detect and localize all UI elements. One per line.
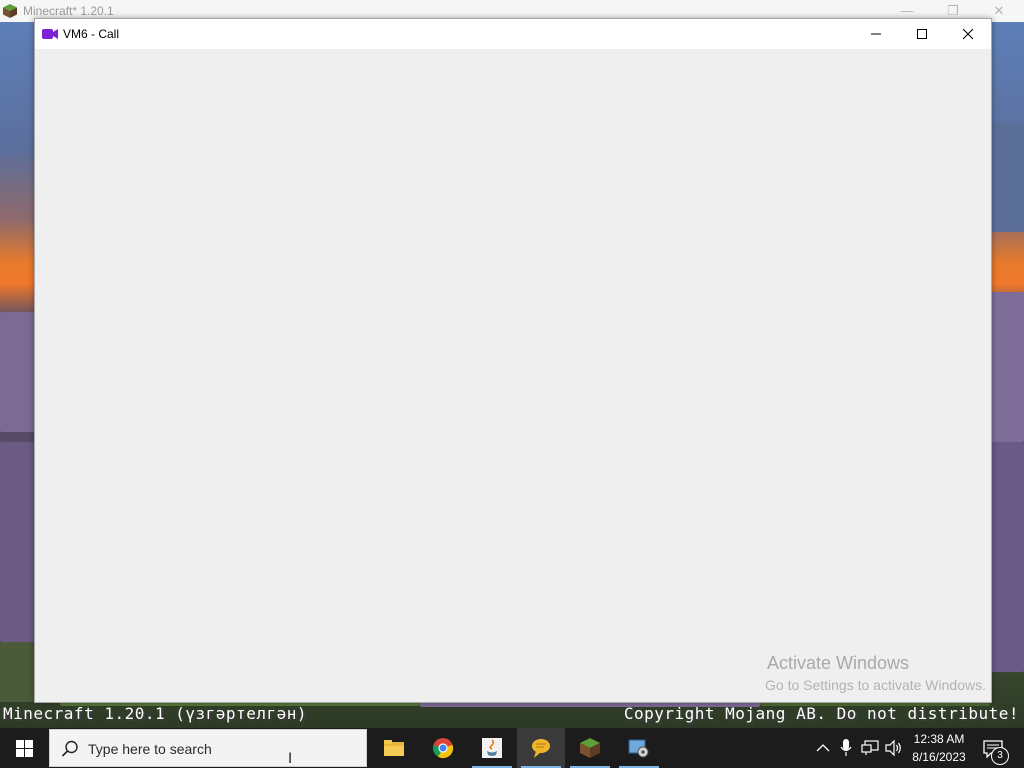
volume-tray-button[interactable]: [883, 728, 905, 768]
close-icon: [962, 28, 974, 40]
show-hidden-icons-button[interactable]: [812, 728, 834, 768]
network-icon: [861, 740, 879, 755]
network-tray-button[interactable]: [859, 728, 881, 768]
minimize-icon: [871, 33, 881, 35]
minecraft-version-label: Minecraft 1.20.1 (үзгәртелгән): [3, 704, 307, 723]
windows-logo-icon: [16, 740, 33, 757]
clock-date: 8/16/2023: [912, 750, 966, 764]
taskbar-vm-tool[interactable]: [615, 728, 663, 768]
call-window-titlebar[interactable]: VM6 - Call: [35, 19, 991, 49]
maximize-button[interactable]: [899, 19, 945, 49]
microphone-tray-button[interactable]: [836, 728, 856, 768]
call-window: VM6 - Call Activate Windows Go to Settin…: [34, 18, 992, 703]
microphone-icon: [840, 739, 852, 756]
video-camera-icon: [42, 29, 58, 39]
vm-settings-icon: [628, 739, 649, 758]
minecraft-grass-block-icon: [580, 738, 600, 758]
start-button[interactable]: [0, 728, 48, 768]
taskbar-clock[interactable]: 12:38 AM 8/16/2023: [907, 730, 971, 766]
speaker-icon: [885, 740, 901, 756]
search-icon: [61, 740, 78, 757]
text-cursor-icon: I: [288, 751, 293, 767]
taskbar-java[interactable]: [468, 728, 516, 768]
activate-windows-title: Activate Windows: [766, 653, 909, 673]
minimize-button[interactable]: [853, 19, 899, 49]
taskbar: Type here to search I 12:38 AM 8/16/2023: [0, 728, 1024, 768]
search-placeholder: Type here to search: [88, 741, 212, 757]
file-explorer-icon: [384, 740, 404, 756]
taskbar-search-box[interactable]: Type here to search I: [49, 729, 367, 767]
close-button[interactable]: [945, 19, 991, 49]
notification-count-badge: 3: [991, 747, 1009, 765]
minecraft-grass-block-icon: [3, 4, 17, 18]
minecraft-copyright-label: Copyright Mojang AB. Do not distribute!: [623, 704, 1019, 723]
call-window-title: VM6 - Call: [63, 27, 120, 41]
taskbar-chrome[interactable]: [419, 728, 467, 768]
java-icon: [482, 738, 502, 758]
chrome-icon: [432, 738, 454, 759]
activate-windows-subtitle: Go to Settings to activate Windows.: [765, 677, 986, 693]
taskbar-minecraft[interactable]: [566, 728, 614, 768]
minecraft-window-title: Minecraft* 1.20.1: [23, 4, 114, 18]
clock-time: 12:38 AM: [913, 732, 965, 746]
maximize-icon: [917, 29, 927, 39]
chat-bubble-icon: [532, 739, 550, 758]
taskbar-chat-app[interactable]: [517, 728, 565, 768]
chevron-up-icon: [816, 744, 830, 752]
taskbar-file-explorer[interactable]: [370, 728, 418, 768]
